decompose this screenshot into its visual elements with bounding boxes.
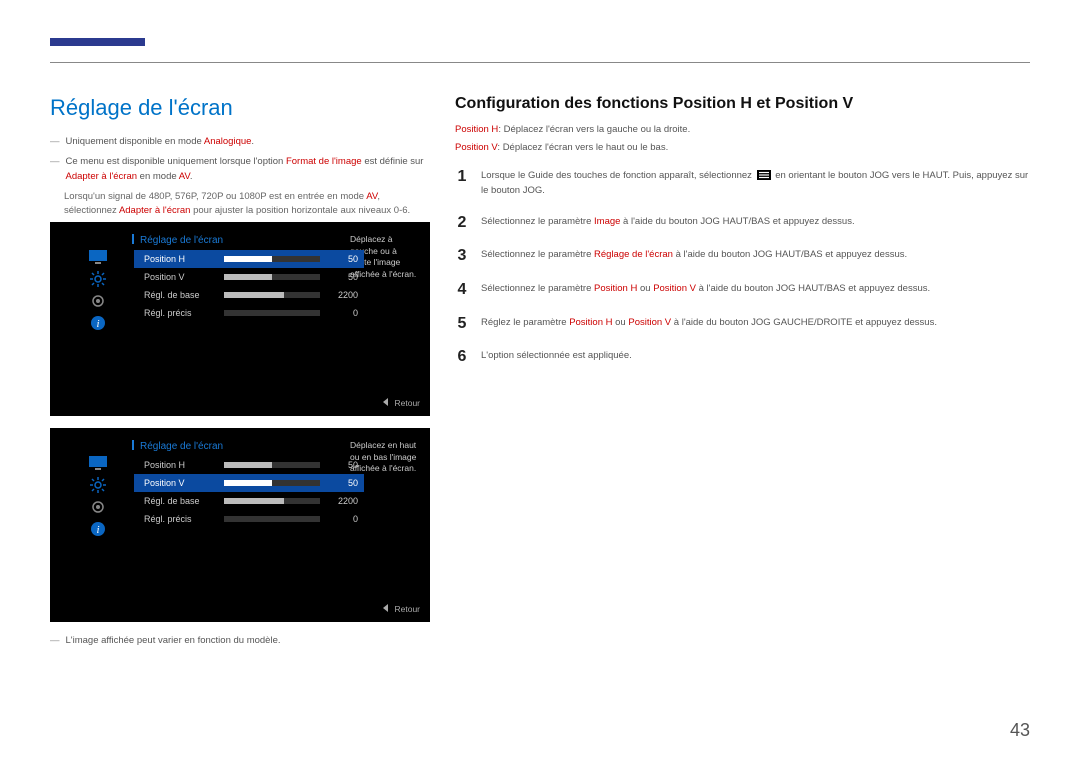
left-title: Réglage de l'écran [50,95,430,121]
monitor-icon [89,456,107,470]
svg-text:i: i [96,524,99,536]
step-5-text: Réglez le paramètre Position H ou Positi… [481,315,937,333]
osd-items: Position H50 Position V50 Régl. de base2… [134,250,364,322]
osd-side-icons: i [78,456,118,536]
steps-list: 1 Lorsque le Guide des touches de foncti… [455,168,1030,366]
info-icon: i [89,522,107,536]
osd-item-fine[interactable]: Régl. précis0 [134,304,364,322]
note-1: ― Uniquement disponible en mode Analogiq… [50,135,430,149]
footnote: ― L'image affichée peut varier en foncti… [50,634,430,648]
def-position-v: Position V: Déplacez l'écran vers le hau… [455,141,1030,155]
osd-title: Réglage de l'écran [132,440,223,452]
step-5: 5 Réglez le paramètre Position H ou Posi… [455,315,1030,333]
step-6-text: L'option sélectionnée est appliquée. [481,348,632,366]
osd-panel-2: Réglage de l'écran Déplacez en haut ou e… [50,428,430,622]
note-2: ― Ce menu est disponible uniquement lors… [50,155,430,184]
right-title: Configuration des fonctions Position H e… [455,95,1030,113]
osd-item-position-v[interactable]: Position V50 [134,268,364,286]
dash-icon: ― [50,155,60,184]
osd-item-fine[interactable]: Régl. précis0 [134,510,364,528]
header-mark [50,38,145,46]
def-position-h: Position H: Déplacez l'écran vers la gau… [455,123,1030,137]
back-arrow-icon [383,398,388,406]
note-2-text: Ce menu est disponible uniquement lorsqu… [66,155,431,184]
header-rule [50,62,1030,63]
osd-item-coarse[interactable]: Régl. de base2200 [134,286,364,304]
step-3: 3 Sélectionnez le paramètre Réglage de l… [455,247,1030,265]
menu-icon [757,170,771,180]
svg-text:i: i [96,318,99,330]
osd-items: Position H50 Position V50 Régl. de base2… [134,456,364,528]
step-1-text: Lorsque le Guide des touches de fonction… [481,168,1030,198]
osd-back[interactable]: Retour [383,604,420,614]
osd-back[interactable]: Retour [383,398,420,408]
step-3-text: Sélectionnez le paramètre Réglage de l'é… [481,247,907,265]
note-2-sub: Lorsqu'un signal de 480P, 576P, 720P ou … [64,190,430,219]
brightness-icon [89,272,107,286]
osd-side-icons: i [78,250,118,330]
back-arrow-icon [383,604,388,612]
osd-panel-1: Réglage de l'écran Déplacez à gauche ou … [50,222,430,416]
note-1-text: Uniquement disponible en mode Analogique… [66,135,255,149]
step-4-text: Sélectionnez le paramètre Position H ou … [481,281,930,299]
osd-item-coarse[interactable]: Régl. de base2200 [134,492,364,510]
info-icon: i [89,316,107,330]
osd-item-position-h[interactable]: Position H50 [134,456,364,474]
left-column: Réglage de l'écran ― Uniquement disponib… [50,95,430,655]
right-column: Configuration des fonctions Position H e… [455,95,1030,655]
page-number: 43 [1010,720,1030,741]
monitor-icon [89,250,107,264]
brightness-icon [89,478,107,492]
settings-icon [89,294,107,308]
osd-item-position-h[interactable]: Position H50 [134,250,364,268]
osd-title: Réglage de l'écran [132,234,223,246]
step-2-text: Sélectionnez le paramètre Image à l'aide… [481,214,855,232]
osd-item-position-v[interactable]: Position V50 [134,474,364,492]
settings-icon [89,500,107,514]
step-4: 4 Sélectionnez le paramètre Position H o… [455,281,1030,299]
step-1: 1 Lorsque le Guide des touches de foncti… [455,168,1030,198]
dash-icon: ― [50,634,60,648]
dash-icon: ― [50,135,60,149]
step-2: 2 Sélectionnez le paramètre Image à l'ai… [455,214,1030,232]
step-6: 6 L'option sélectionnée est appliquée. [455,348,1030,366]
footnote-text: L'image affichée peut varier en fonction… [66,634,281,648]
